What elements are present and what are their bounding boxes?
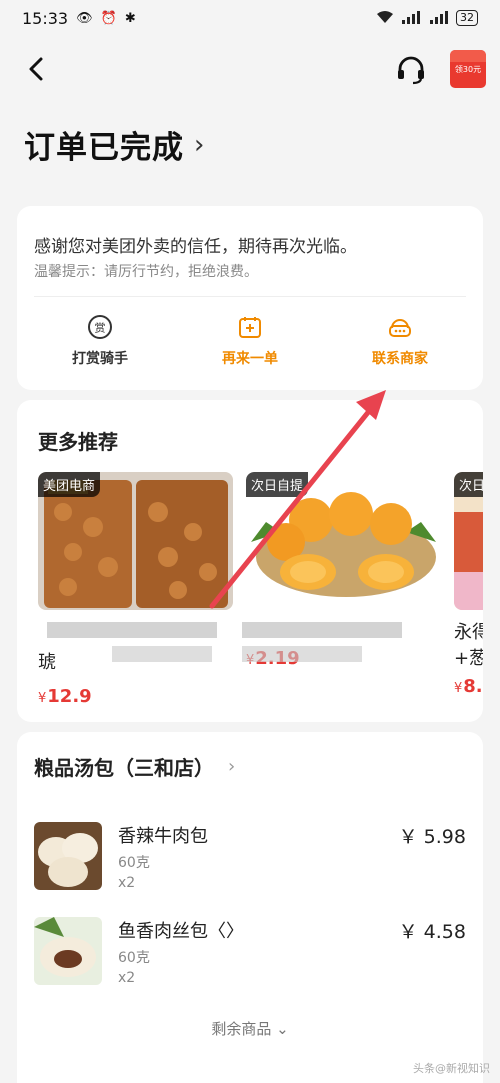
item-name: 鱼香肉丝包〈〉 <box>118 921 244 942</box>
tip-rider-label: 打赏骑手 <box>72 351 128 367</box>
store-order-card: 粮品汤包（三和店） › 香辣牛肉包 60克 x2 ￥ 5.98 鱼香肉丝包〈〉 <box>17 732 483 1083</box>
recommend-card: 更多推荐 美团电商 琥 ¥12.9 次日自提 次日 永得 +葱 ¥8. <box>17 400 483 722</box>
eye-icon: 👁 <box>76 10 93 26</box>
product-name: 永得 +葱 <box>454 622 483 669</box>
store-name: 粮品汤包（三和店） <box>34 756 214 780</box>
item-name: 香辣牛肉包 <box>118 826 208 847</box>
store-link[interactable]: 粮品汤包（三和店） › <box>34 752 235 781</box>
svg-text:赏: 赏 <box>95 322 106 335</box>
chat-icon <box>387 314 413 340</box>
item-quantity: x2 <box>118 970 136 986</box>
product-price: ¥8. <box>454 676 483 697</box>
wifi-icon <box>376 10 394 27</box>
mosaic-redaction <box>242 622 402 638</box>
contact-merchant-button[interactable]: 联系商家 <box>340 314 460 368</box>
signal-icon <box>400 10 422 27</box>
item-image-bun <box>34 822 102 890</box>
item-spec: 60克 <box>118 950 150 966</box>
reorder-label: 再来一单 <box>222 351 278 367</box>
item-quantity: x2 <box>118 875 136 891</box>
order-info-card: 感谢您对美团外卖的信任，期待再次光临。 温馨提示：请厉行节约，拒绝浪费。 赏 打… <box>17 206 483 390</box>
mosaic-redaction <box>47 622 217 638</box>
signal-icon-2 <box>428 10 450 27</box>
product-card[interactable]: 次日自提 ¥2.19 <box>246 472 441 669</box>
item-spec: 60克 <box>118 855 150 871</box>
nav-bar: 领30元 <box>0 40 500 98</box>
product-image-walnut: 美团电商 <box>38 472 233 610</box>
bluetooth-icon: ✱ <box>124 10 136 26</box>
product-tag: 美团电商 <box>38 472 101 497</box>
divider <box>34 296 466 297</box>
product-price: ¥12.9 <box>38 686 92 707</box>
chevron-left-icon <box>29 57 43 81</box>
reorder-button[interactable]: 再来一单 <box>190 314 310 368</box>
chevron-right-icon: › <box>194 129 205 160</box>
watermark: 头条@新视知识 <box>413 1062 490 1075</box>
product-image-persimmon: 次日自提 <box>246 472 441 610</box>
status-bar: 15:33 👁 ⏰ ✱ 32 <box>0 0 500 36</box>
product-card[interactable]: 美团电商 琥 ¥12.9 <box>38 472 233 707</box>
product-tag: 次日自提 <box>246 472 309 497</box>
tip-message: 温馨提示：请厉行节约，拒绝浪费。 <box>34 264 258 280</box>
battery-indicator: 32 <box>456 10 478 26</box>
chevron-down-icon: ⌄ <box>276 1020 289 1038</box>
chevron-right-icon: › <box>228 756 236 777</box>
reorder-icon <box>237 314 263 340</box>
product-image-food: 次日 <box>454 472 483 610</box>
reward-icon: 赏 <box>87 314 113 340</box>
item-image-bun <box>34 917 102 985</box>
product-tag: 次日 <box>454 472 483 497</box>
status-time: 15:33 <box>22 8 69 28</box>
order-item[interactable]: 鱼香肉丝包〈〉 60克 x2 ￥ 4.58 <box>34 917 466 997</box>
tip-rider-button[interactable]: 赏 打赏骑手 <box>40 314 160 368</box>
thanks-message: 感谢您对美团外卖的信任，期待再次光临。 <box>34 237 357 257</box>
red-envelope-label: 领30元 <box>454 65 482 74</box>
headset-icon <box>398 56 424 85</box>
order-item[interactable]: 香辣牛肉包 60克 x2 ￥ 5.98 <box>34 822 466 902</box>
recommend-title: 更多推荐 <box>38 430 118 454</box>
mosaic-redaction <box>242 646 362 662</box>
expand-remaining-items[interactable]: 剩余商品 ⌄ <box>17 1018 483 1039</box>
item-price: ￥ 5.98 <box>398 826 466 848</box>
customer-service-button[interactable] <box>393 52 429 88</box>
back-button[interactable] <box>22 54 52 84</box>
item-price: ￥ 4.58 <box>398 921 466 943</box>
red-envelope-button[interactable]: 领30元 <box>450 50 486 88</box>
remaining-items-label: 剩余商品 <box>211 1020 272 1038</box>
red-envelope-icon <box>450 50 486 62</box>
contact-merchant-label: 联系商家 <box>372 351 428 367</box>
page-title: 订单已完成 <box>24 130 184 166</box>
alarm-icon: ⏰ <box>100 10 117 26</box>
mosaic-redaction <box>112 646 212 662</box>
product-card[interactable]: 次日 永得 +葱 ¥8. <box>454 472 483 697</box>
order-status-link[interactable]: 订单已完成 › <box>24 122 204 167</box>
